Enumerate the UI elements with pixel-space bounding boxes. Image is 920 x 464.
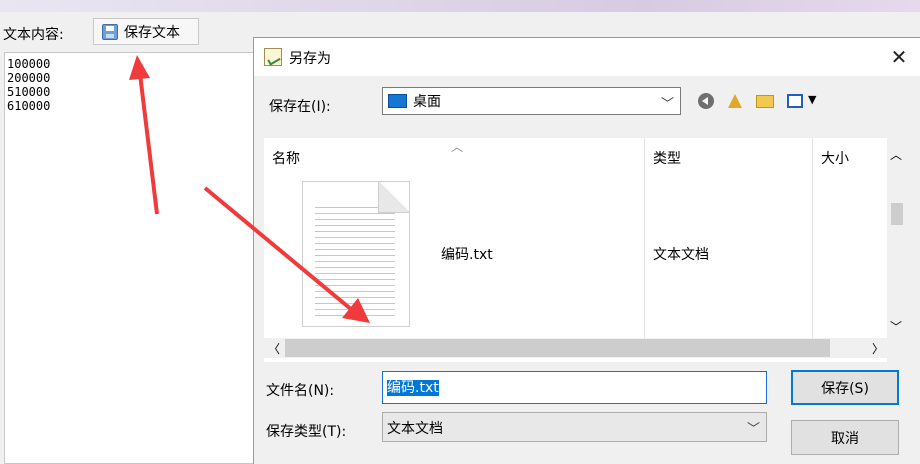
desktop-icon xyxy=(388,94,407,108)
back-icon xyxy=(698,93,714,109)
new-folder-icon xyxy=(756,94,774,108)
save-as-icon xyxy=(264,48,282,66)
chevron-down-icon: ﹀ xyxy=(660,97,674,112)
filename-input[interactable]: 编码.txt xyxy=(382,371,767,404)
column-header-name[interactable]: 名称 xyxy=(272,148,300,168)
up-folder-button[interactable] xyxy=(724,90,746,112)
location-value: 桌面 xyxy=(413,94,441,110)
vertical-scrollbar[interactable]: ︿ ﹀ xyxy=(887,138,907,338)
view-grid-icon xyxy=(787,94,803,108)
file-type: 文本文档 xyxy=(653,247,709,263)
dialog-title-bar[interactable]: 另存为 ✕ xyxy=(254,38,920,76)
floppy-disk-icon xyxy=(102,23,118,40)
file-list[interactable]: ︿ 名称 类型 大小 编码.txt 文本文档 xyxy=(264,138,887,362)
vertical-scroll-thumb[interactable] xyxy=(891,203,903,225)
close-icon: ✕ xyxy=(890,45,908,69)
save-text-button[interactable]: 保存文本 xyxy=(93,18,199,45)
column-divider xyxy=(812,138,813,338)
save-text-label: 保存文本 xyxy=(124,24,180,41)
save-as-dialog: 另存为 ✕ 保存在(I): 桌面 ﹀ ▼ ︿ 名称 类型 大小 编码.txt 文… xyxy=(253,37,920,464)
dialog-title: 另存为 xyxy=(289,51,331,67)
text-line: 610000 xyxy=(7,99,51,113)
filename-label: 文件名(N): xyxy=(266,383,335,399)
horizontal-scroll-thumb[interactable] xyxy=(285,339,830,357)
text-line: 200000 xyxy=(7,71,51,85)
scroll-down-icon[interactable]: ﹀ xyxy=(890,318,902,335)
filetype-label: 保存类型(T): xyxy=(266,424,347,440)
file-name[interactable]: 编码.txt xyxy=(441,244,493,264)
filetype-value: 文本文档 xyxy=(387,421,443,437)
scroll-up-icon[interactable]: ︿ xyxy=(890,146,902,163)
sort-up-icon: ︿ xyxy=(451,140,464,154)
up-folder-icon xyxy=(728,94,742,108)
app-title-strip xyxy=(0,0,920,12)
content-label: 文本内容: xyxy=(3,27,64,43)
column-header-type[interactable]: 类型 xyxy=(653,148,681,168)
text-line: 100000 xyxy=(7,57,51,71)
back-button[interactable] xyxy=(695,90,717,112)
scroll-right-icon[interactable]: 〉 xyxy=(872,340,884,357)
chevron-down-icon: ﹀ xyxy=(746,422,760,437)
cancel-button[interactable]: 取消 xyxy=(791,420,899,455)
save-button[interactable]: 保存(S) xyxy=(791,370,899,405)
scroll-left-icon[interactable]: 〈 xyxy=(268,340,280,357)
save-in-label: 保存在(I): xyxy=(269,99,331,115)
close-button[interactable]: ✕ xyxy=(884,42,914,72)
new-folder-button[interactable] xyxy=(754,90,776,112)
view-menu-button[interactable] xyxy=(784,90,806,112)
filename-value: 编码.txt xyxy=(387,380,439,396)
text-file-icon[interactable] xyxy=(302,181,410,327)
column-divider xyxy=(644,138,645,338)
location-dropdown[interactable]: 桌面 ﹀ xyxy=(382,87,681,115)
horizontal-scrollbar[interactable]: 〈 〉 xyxy=(264,338,887,358)
column-header-size[interactable]: 大小 xyxy=(821,148,849,168)
filetype-select[interactable]: 文本文档 ﹀ xyxy=(382,412,767,442)
caret-down-icon[interactable]: ▼ xyxy=(808,93,816,106)
text-line: 510000 xyxy=(7,85,51,99)
text-content-box[interactable]: 100000 200000 510000 610000 xyxy=(4,52,256,464)
